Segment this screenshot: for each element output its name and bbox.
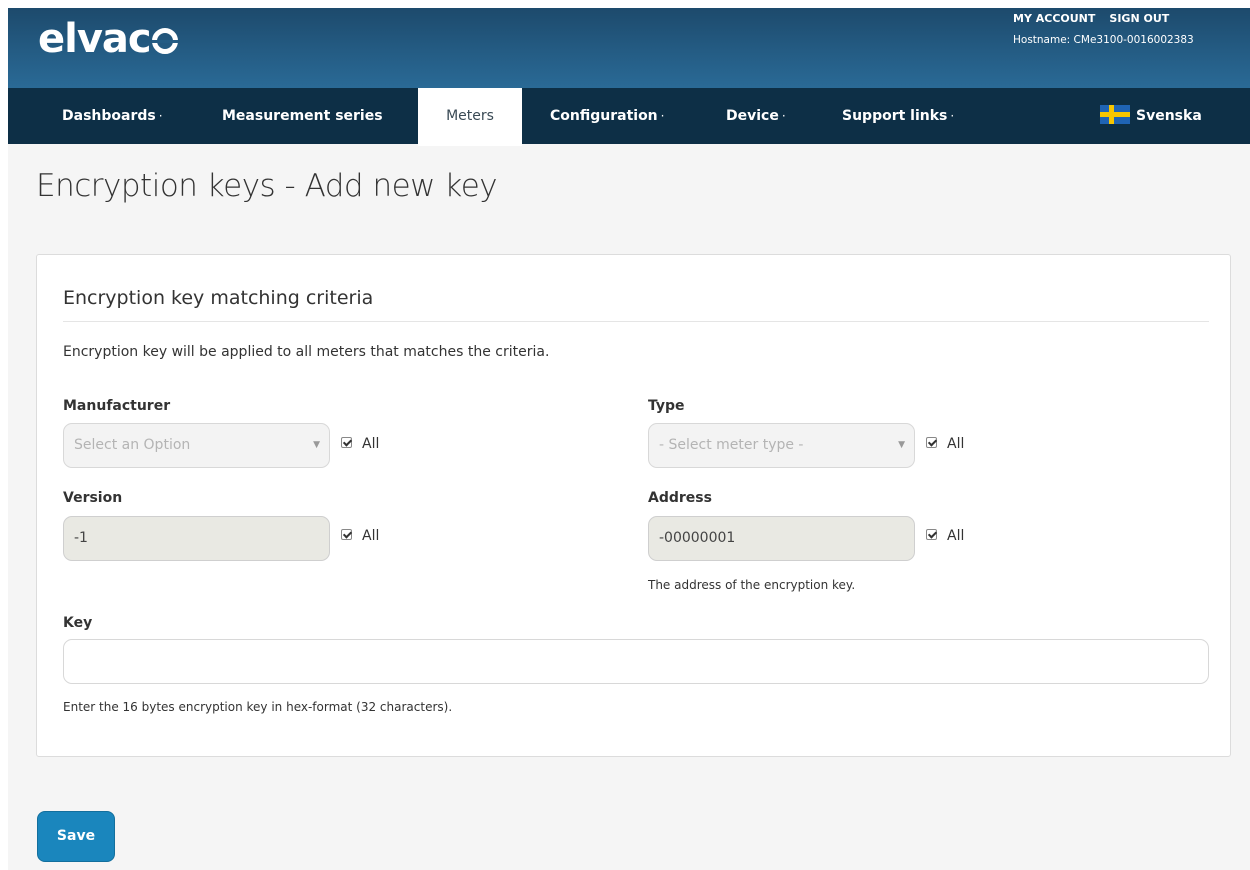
criteria-description: Encryption key will be applied to all me… xyxy=(63,344,550,360)
page-title: Encryption keys - Add new key xyxy=(36,168,498,204)
address-label: Address xyxy=(648,490,712,506)
dropdown-arrow-icon: ▼ xyxy=(898,440,905,450)
header: elvac MY ACCOUNT SIGN OUT Hostname: CMe31… xyxy=(8,8,1250,88)
nav-support-links[interactable]: Support links · xyxy=(842,88,954,144)
version-all-checkbox[interactable]: All xyxy=(341,528,379,544)
key-input[interactable] xyxy=(63,639,1209,684)
nav-meters[interactable]: Meters xyxy=(418,88,522,146)
type-label: Type xyxy=(648,398,685,414)
key-help-text: Enter the 16 bytes encryption key in hex… xyxy=(63,700,453,714)
version-input[interactable]: -1 xyxy=(63,516,330,561)
address-all-checkbox[interactable]: All xyxy=(926,528,964,544)
nav-configuration[interactable]: Configuration · xyxy=(550,88,664,144)
key-label: Key xyxy=(63,615,93,631)
checkbox-checked-icon xyxy=(926,437,937,448)
address-input[interactable]: -00000001 xyxy=(648,516,915,561)
language-switch[interactable]: Svenska xyxy=(1100,88,1202,144)
manufacturer-label: Manufacturer xyxy=(63,398,171,414)
type-all-checkbox[interactable]: All xyxy=(926,436,964,452)
meter-type-select[interactable]: - Select meter type - ▼ xyxy=(648,423,915,468)
account-links: MY ACCOUNT SIGN OUT Hostname: CMe3100-001… xyxy=(1013,12,1223,46)
nav-device[interactable]: Device · xyxy=(726,88,786,144)
manufacturer-all-checkbox[interactable]: All xyxy=(341,436,379,452)
elvaco-logo[interactable]: elvac xyxy=(38,14,178,64)
version-label: Version xyxy=(63,490,123,506)
main-nav: Dashboards · Measurement series Meters Co… xyxy=(8,88,1250,146)
dropdown-arrow-icon: ▼ xyxy=(313,440,320,450)
nav-measurement-series[interactable]: Measurement series xyxy=(222,88,383,144)
address-help-text: The address of the encryption key. xyxy=(648,578,856,592)
section-title: Encryption key matching criteria xyxy=(63,287,374,309)
checkbox-checked-icon xyxy=(341,437,352,448)
my-account-link[interactable]: MY ACCOUNT xyxy=(1013,12,1095,25)
encryption-key-panel: Encryption key matching criteria Encrypt… xyxy=(36,254,1231,757)
manufacturer-select[interactable]: Select an Option ▼ xyxy=(63,423,330,468)
page: elvac MY ACCOUNT SIGN OUT Hostname: CMe31… xyxy=(8,8,1250,870)
divider xyxy=(63,321,1209,322)
sign-out-link[interactable]: SIGN OUT xyxy=(1109,12,1169,25)
checkbox-checked-icon xyxy=(926,529,937,540)
checkbox-checked-icon xyxy=(341,529,352,540)
hostname-label: Hostname: CMe3100-0016002383 xyxy=(1013,34,1194,46)
save-button[interactable]: Save xyxy=(37,811,115,862)
swedish-flag-icon xyxy=(1100,105,1130,124)
nav-dashboards[interactable]: Dashboards · xyxy=(62,88,163,144)
